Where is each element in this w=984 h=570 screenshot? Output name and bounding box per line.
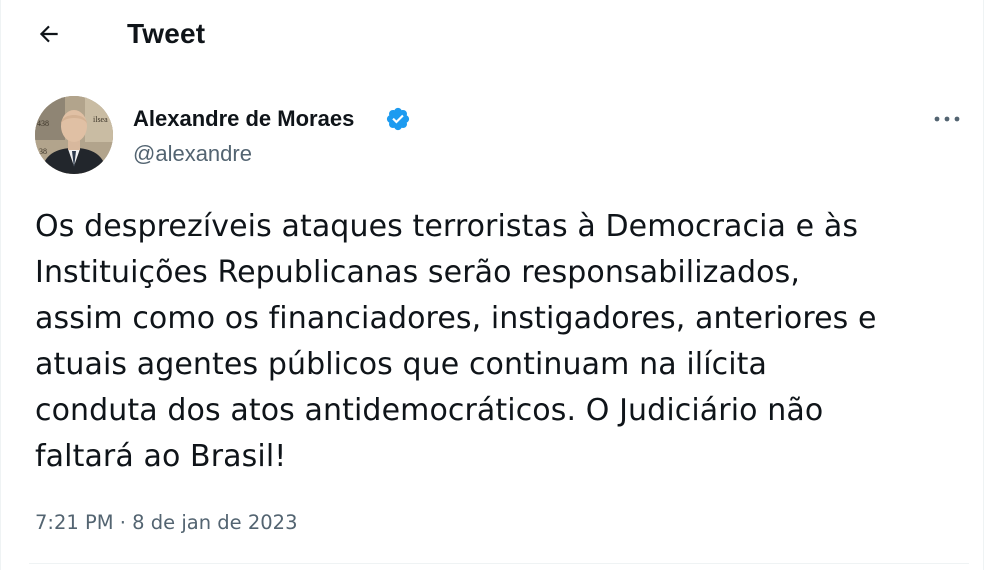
page-header: Tweet (1, 0, 984, 70)
avatar[interactable]: 438 38 ilsea (35, 96, 113, 174)
author-name[interactable]: Alexandre de Moraes (133, 105, 354, 133)
more-options-button[interactable] (927, 104, 967, 134)
page-title: Tweet (127, 18, 206, 49)
tweet-page: Tweet 438 38 ilsea Alexandre de Moraes @… (0, 0, 984, 570)
tweet-timestamp[interactable]: 7:21 PM · 8 de jan de 2023 (35, 509, 297, 537)
svg-text:ilsea: ilsea (93, 115, 108, 124)
profile-photo: 438 38 ilsea (35, 96, 113, 174)
svg-text:438: 438 (37, 119, 49, 128)
arrow-left-icon (39, 25, 58, 43)
svg-text:38: 38 (39, 147, 47, 156)
more-dots-icon (934, 116, 960, 122)
tweet-text: Os desprezíveis ataques terroristas à De… (35, 209, 877, 474)
divider (29, 563, 969, 564)
back-button[interactable] (29, 14, 69, 54)
author-handle[interactable]: @alexandre (133, 140, 252, 168)
verified-badge-icon (386, 107, 410, 131)
